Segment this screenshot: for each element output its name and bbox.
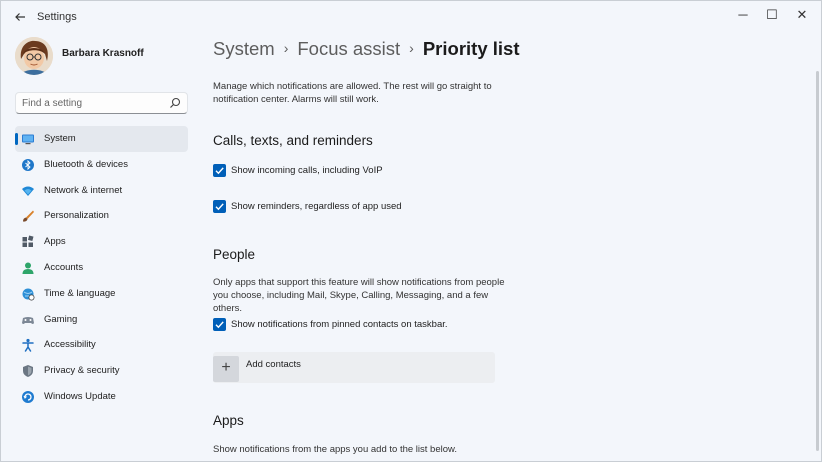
people-description-line: Only apps that support this feature will… <box>213 277 505 288</box>
sidebar-item-label: Windows Update <box>44 390 116 402</box>
breadcrumb-system[interactable]: System <box>213 38 275 59</box>
checkbox[interactable] <box>213 164 226 177</box>
windows-update-icon <box>22 390 34 403</box>
selection-indicator <box>15 133 18 145</box>
people-description: Only apps that support this feature will… <box>213 276 513 315</box>
network-icon <box>22 186 34 196</box>
sidebar-item-label: Time & language <box>44 287 116 299</box>
avatar-illustration-icon <box>15 37 53 75</box>
section-title-calls: Calls, texts, and reminders <box>213 133 373 148</box>
sidebar-item-label: Accessibility <box>44 339 96 351</box>
sidebar-item-accounts[interactable]: Accounts <box>15 255 188 281</box>
back-arrow-icon <box>15 13 25 21</box>
sidebar-item-accessibility[interactable]: Accessibility <box>15 332 188 358</box>
avatar <box>15 37 53 75</box>
scrollbar[interactable] <box>816 71 819 451</box>
sidebar-item-apps[interactable]: Apps <box>15 229 188 255</box>
add-contacts-row[interactable]: + Add contacts <box>213 352 495 383</box>
intro-text: Manage which notifications are allowed. … <box>213 80 503 106</box>
search-input[interactable] <box>22 96 162 110</box>
settings-window: Settings ─ ☐ ✕ Barbara Krasnoff Find a s… <box>0 0 822 462</box>
privacy-icon <box>23 365 33 378</box>
accounts-icon <box>22 262 34 274</box>
page-title: Priority list <box>422 38 520 59</box>
checkmark-icon <box>215 321 224 329</box>
maximize-button[interactable]: ☐ <box>758 5 786 25</box>
back-button[interactable] <box>11 9 29 25</box>
apps-description: Show notifications from the apps you add… <box>213 444 457 455</box>
checkmark-icon <box>215 203 224 211</box>
checkmark-icon <box>215 167 224 175</box>
app-title: Settings <box>37 11 77 23</box>
sidebar-item-label: Bluetooth & devices <box>44 158 128 170</box>
checkbox-label: Show incoming calls, including VoIP <box>231 165 383 176</box>
chevron-right-icon: › <box>409 40 414 56</box>
user-name: Barbara Krasnoff <box>62 48 144 59</box>
title-bar: Settings ─ ☐ ✕ <box>1 1 821 33</box>
sidebar-item-bluetooth[interactable]: Bluetooth & devices <box>15 152 188 178</box>
time-language-icon <box>22 288 35 301</box>
system-icon <box>22 134 34 145</box>
sidebar-item-label: System <box>44 133 76 144</box>
sidebar-item-personalization[interactable]: Personalization <box>15 203 188 229</box>
checkbox-label: Show notifications from pinned contacts … <box>231 319 448 330</box>
personalization-icon <box>23 210 34 222</box>
checkbox[interactable] <box>213 200 226 213</box>
section-title-people: People <box>213 247 256 262</box>
add-contacts-label: Add contacts <box>246 359 301 370</box>
people-description-line: you choose, including Mail, Skype, Calli… <box>213 290 489 314</box>
sidebar-nav: System Bluetooth & devices Network & int… <box>15 126 188 410</box>
sidebar-item-label: Gaming <box>44 313 78 325</box>
accessibility-icon <box>22 339 34 353</box>
intro-line: notification center. Alarms will still w… <box>213 94 379 105</box>
search-box[interactable] <box>15 92 188 114</box>
sidebar-item-label: Network & internet <box>44 184 123 196</box>
sidebar-item-gaming[interactable]: Gaming <box>15 307 188 333</box>
gaming-icon <box>22 316 34 324</box>
bluetooth-icon <box>22 158 34 171</box>
minimize-button[interactable]: ─ <box>729 5 757 25</box>
sidebar-item-label: Apps <box>44 236 66 248</box>
breadcrumb: System › Focus assist › Priority list <box>213 38 519 64</box>
sidebar-item-windows-update[interactable]: Windows Update <box>15 384 188 410</box>
sidebar-item-label: Personalization <box>44 210 109 222</box>
sidebar-item-system[interactable]: System <box>15 126 188 152</box>
add-contacts-button[interactable]: + <box>213 356 239 382</box>
sidebar-item-privacy[interactable]: Privacy & security <box>15 358 188 384</box>
close-button[interactable]: ✕ <box>788 5 816 25</box>
breadcrumb-focus-assist[interactable]: Focus assist <box>297 38 400 59</box>
chevron-right-icon: › <box>283 40 289 56</box>
checkbox-label: Show reminders, regardless of app used <box>231 201 402 212</box>
sidebar-item-time-language[interactable]: Time & language <box>15 281 188 307</box>
section-title-apps: Apps <box>213 413 244 428</box>
search-icon[interactable] <box>169 97 181 109</box>
sidebar-item-label: Privacy & security <box>44 365 120 377</box>
apps-icon <box>22 235 34 248</box>
intro-line: Manage which notifications are allowed. … <box>213 81 492 92</box>
checkbox[interactable] <box>213 318 226 331</box>
sidebar-item-network[interactable]: Network & internet <box>15 178 188 204</box>
sidebar-item-label: Accounts <box>44 261 84 273</box>
